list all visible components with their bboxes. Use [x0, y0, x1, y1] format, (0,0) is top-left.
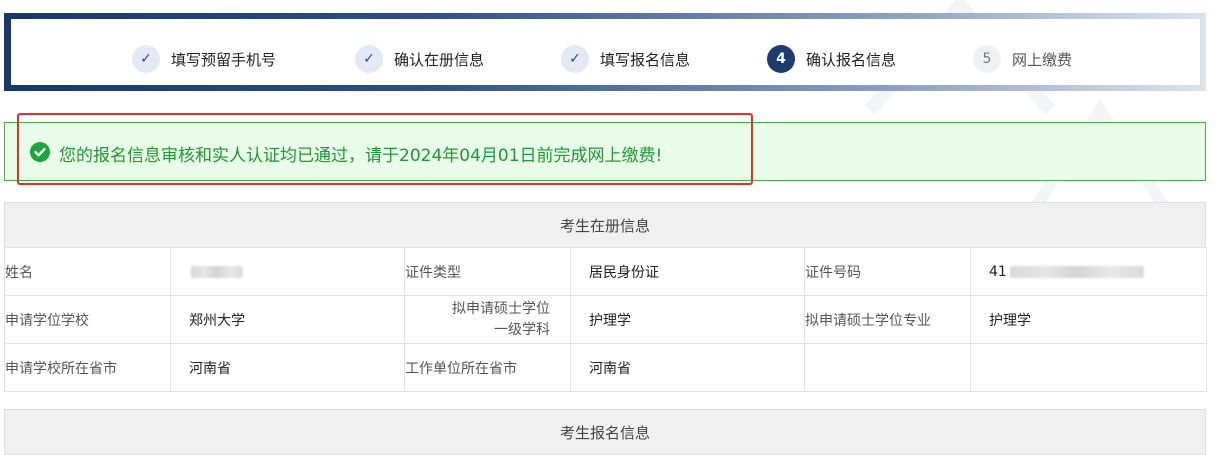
highlight-annotation-box [17, 113, 753, 185]
step-2-check-icon: ✓ [355, 45, 383, 73]
redacted-id-number [1009, 265, 1144, 278]
step-1-label: 填写预留手机号 [171, 50, 277, 69]
name-value [170, 247, 405, 296]
step-3: ✓ 填写报名信息 [561, 45, 690, 73]
step-4: 4 确认报名信息 [767, 45, 896, 73]
id-number-label: 证件号码 [804, 247, 971, 296]
discipline-value: 护理学 [570, 295, 805, 344]
step-4-label: 确认报名信息 [806, 50, 897, 69]
step-4-number: 4 [767, 45, 795, 73]
table-row: 姓名 证件类型 居民身份证 证件号码 41 [4, 247, 1207, 296]
discipline-label: 拟申请硕士学位 一级学科 [404, 295, 571, 344]
major-value: 护理学 [970, 295, 1207, 344]
registered-info-table: 姓名 证件类型 居民身份证 证件号码 41 申请学位学校 郑州大学 拟申请硕士学… [4, 247, 1207, 392]
table-row: 申请学校所在省市 河南省 工作单位所在省市 河南省 [4, 343, 1207, 392]
step-5-number: 5 [973, 45, 1001, 73]
registered-info-title: 考生在册信息 [559, 216, 650, 235]
id-type-value: 居民身份证 [570, 247, 805, 296]
work-province-value: 河南省 [570, 343, 805, 392]
apply-info-header: 考生报名信息 [4, 409, 1206, 455]
name-label: 姓名 [4, 247, 171, 296]
discipline-label-line1: 拟申请硕士学位 [452, 300, 550, 317]
school-province-value: 河南省 [170, 343, 405, 392]
empty-label [804, 343, 971, 392]
apply-info-title: 考生报名信息 [559, 423, 650, 442]
id-type-label: 证件类型 [404, 247, 571, 296]
step-progress-panel: ✓ 填写预留手机号 ✓ 确认在册信息 ✓ 填写报名信息 4 确认报名信息 5 网… [11, 19, 1200, 85]
step-1-check-icon: ✓ [132, 45, 160, 73]
table-row: 申请学位学校 郑州大学 拟申请硕士学位 一级学科 护理学 拟申请硕士学位专业 护… [4, 295, 1207, 344]
school-province-label: 申请学校所在省市 [4, 343, 171, 392]
work-province-label: 工作单位所在省市 [404, 343, 571, 392]
registered-info-header: 考生在册信息 [4, 202, 1206, 248]
discipline-label-line2: 一级学科 [494, 321, 550, 338]
empty-value [970, 343, 1207, 392]
id-number-text: 41 [989, 263, 1007, 280]
step-2-label: 确认在册信息 [394, 50, 485, 69]
step-3-check-icon: ✓ [561, 45, 589, 73]
step-5-label: 网上缴费 [1012, 50, 1073, 69]
redacted-name [191, 265, 243, 278]
step-1: ✓ 填写预留手机号 [132, 45, 276, 73]
school-value: 郑州大学 [170, 295, 405, 344]
major-label: 拟申请硕士学位专业 [804, 295, 971, 344]
school-label: 申请学位学校 [4, 295, 171, 344]
id-number-value: 41 [970, 247, 1207, 296]
step-3-label: 填写报名信息 [600, 50, 691, 69]
step-progress-bar: ✓ 填写预留手机号 ✓ 确认在册信息 ✓ 填写报名信息 4 确认报名信息 5 网… [4, 13, 1206, 91]
step-5: 5 网上缴费 [973, 45, 1072, 73]
step-2: ✓ 确认在册信息 [355, 45, 484, 73]
